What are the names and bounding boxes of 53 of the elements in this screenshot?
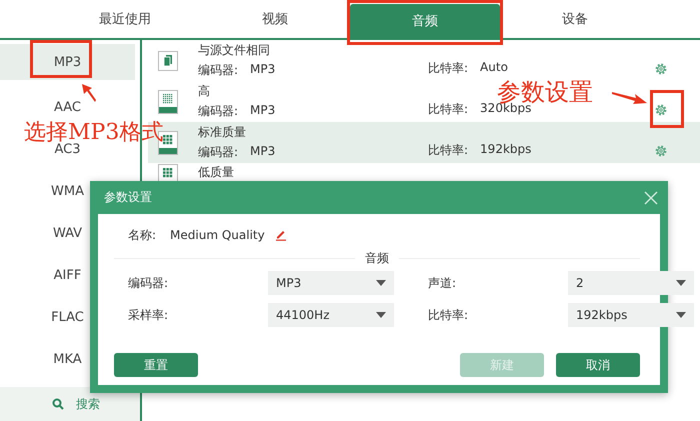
bitrate-value: 192kbps [480, 142, 532, 158]
tab[interactable]: 设备 [500, 0, 650, 38]
bitrate-value: Auto [480, 60, 508, 76]
format-item[interactable]: MP3 [0, 44, 135, 80]
preset-name: 高 [198, 83, 211, 100]
annotation-arrow [612, 90, 648, 106]
highlight-frame [650, 90, 684, 128]
bitrate-label: 比特率: [428, 142, 468, 159]
dialog-button[interactable]: 取消 [556, 353, 640, 377]
bitrate-label: 比特率: [428, 101, 468, 118]
copy-icon [158, 48, 178, 72]
edit-icon[interactable] [274, 229, 287, 241]
dropdown[interactable]: 192kbps [568, 303, 694, 327]
codec-value: MP3 [250, 103, 276, 119]
field-label: 编码器: [128, 274, 170, 292]
section-title: 音频 [365, 250, 389, 267]
codec-label: 编码器: [198, 144, 238, 161]
caret-icon [676, 280, 686, 286]
dropdown[interactable]: 44100Hz [268, 303, 394, 327]
caret-icon [376, 280, 386, 286]
settings-icon[interactable] [654, 144, 668, 158]
bitrate-label: 比特率: [428, 60, 468, 77]
name-label: 名称: [128, 226, 156, 244]
codec-label: 编码器: [198, 103, 238, 120]
dropdown[interactable]: MP3 [268, 271, 394, 295]
field-label: 采样率: [128, 306, 170, 324]
bitrate-value: 320kbps [480, 101, 532, 117]
caret-icon [376, 312, 386, 318]
dialog-button[interactable]: 重置 [114, 353, 198, 377]
search-icon [52, 398, 64, 410]
field-label: 比特率: [428, 306, 470, 324]
codec-value: MP3 [250, 62, 276, 78]
caret-icon [676, 312, 686, 318]
dialog-title: 参数设置 [104, 189, 152, 206]
tab[interactable]: 音频 [350, 4, 500, 38]
codec-label: 编码器: [198, 62, 238, 79]
preset-name: 低质量 [198, 164, 235, 181]
tab[interactable]: 最近使用 [50, 0, 200, 38]
highlight-frame [30, 40, 92, 78]
field-label: 声道: [428, 274, 458, 292]
search-field[interactable]: 搜索 [0, 387, 140, 421]
dropdown[interactable]: 2 [568, 271, 694, 295]
grid-icon [158, 90, 178, 114]
codec-value: MP3 [250, 144, 276, 160]
tab[interactable]: 视频 [200, 0, 350, 38]
format-item[interactable]: AAC [0, 96, 135, 118]
settings-icon[interactable] [654, 102, 668, 116]
annotation-arrow [80, 82, 98, 104]
close-icon[interactable] [644, 190, 658, 204]
settings-icon[interactable] [654, 62, 668, 76]
name-value: Medium Quality [170, 228, 265, 242]
preset-name: 标准质量 [198, 124, 247, 141]
preset-name: 与源文件相同 [198, 42, 271, 59]
